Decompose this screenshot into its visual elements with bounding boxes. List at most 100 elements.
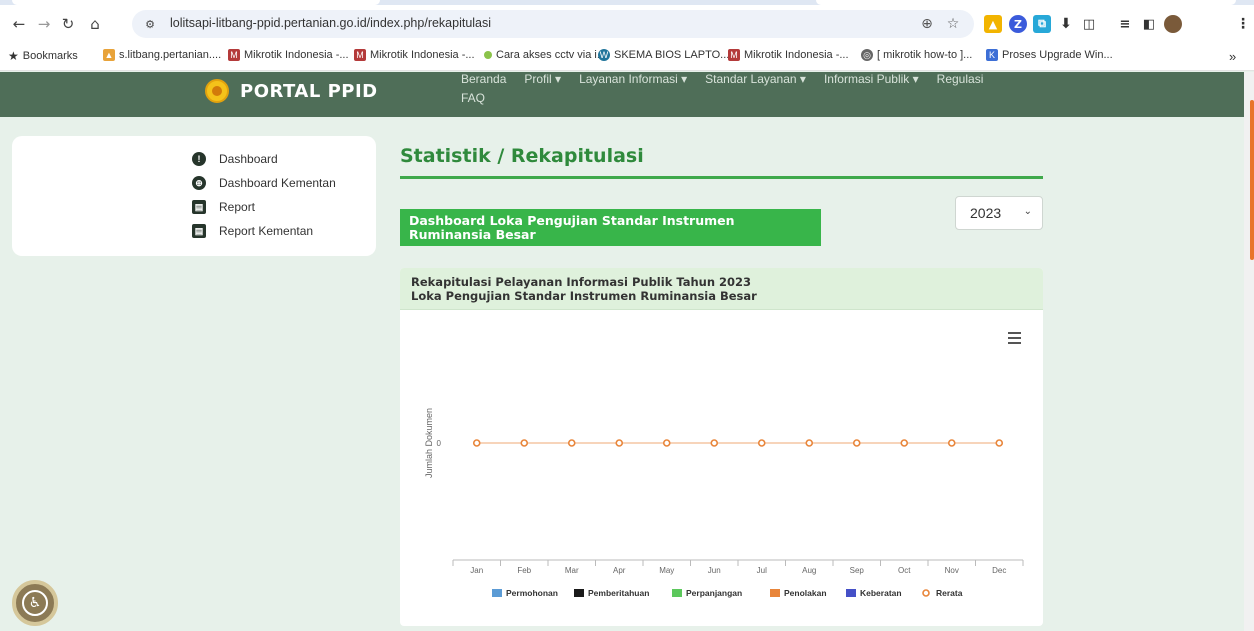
brand-title[interactable]: PORTAL PPID [240,81,378,102]
menu-standar-layanan[interactable]: Standar Layanan ▾ [705,72,806,94]
extension-z-icon[interactable]: Z [1009,15,1027,33]
rerata-point [805,439,814,447]
y-tick-label: 0 [437,439,442,448]
dot-icon [484,51,492,59]
back-icon[interactable]: ← [8,13,30,35]
rerata-point [900,439,909,447]
menu-faq[interactable]: FAQ [461,91,485,105]
drive-icon[interactable]: ▲ [984,15,1002,33]
url-text[interactable]: lolitsapi-litbang-ppid.pertanian.go.id/i… [170,16,491,30]
page-title: Statistik / Rekapitulasi [400,145,644,167]
bookmark-item[interactable]: M Mikrotik Indonesia -... [728,49,849,61]
menu-layanan-informasi[interactable]: Layanan Informasi ▾ [579,72,687,94]
title-divider [400,176,1043,179]
chevron-down-icon: ⌄ [1023,206,1032,217]
address-bar[interactable]: ⚙ lolitsapi-litbang-ppid.pertanian.go.id… [132,10,974,38]
profile-avatar-icon[interactable] [1164,15,1182,33]
menu-regulasi[interactable]: Regulasi [937,72,984,94]
chart-plot: Jumlah Dokumen 0 Jan Feb Mar Apr May Jun Jul Aug S… [424,408,1024,598]
bookmark-item[interactable]: M Mikrotik Indonesia -... [354,49,475,61]
rerata-point [615,439,624,447]
accessibility-icon: ♿ [22,590,48,616]
rerata-point [567,439,576,447]
menu-profil[interactable]: Profil ▾ [524,72,561,94]
ministry-logo-icon[interactable] [205,79,229,103]
bookmark-item[interactable]: ◎[ mikrotik how-to ]... [861,49,972,61]
extension-copy-icon[interactable]: ⧉ [1033,15,1051,33]
sidebar-item-dashboard-kementan[interactable]: ⊕ Dashboard Kementan [192,176,336,190]
legend-swatch [922,589,930,597]
site-info-icon[interactable]: ⚙ [142,16,158,32]
forward-icon[interactable]: → [33,13,55,35]
rerata-point [852,439,861,447]
download-icon[interactable]: ⬇ [1057,15,1075,33]
bookmark-item[interactable]: K Proses Upgrade Win... [986,49,1113,61]
browser-toolbar: ← → ↻ ⌂ ⚙ lolitsapi-litbang-ppid.pertani… [0,5,1254,43]
menu-informasi-publik[interactable]: Informasi Publik ▾ [824,72,919,94]
rerata-point [947,439,956,447]
sidebar-item-label: Dashboard Kementan [219,176,336,190]
sidebar-item-report-kementan[interactable]: ▤ Report Kementan [192,224,313,238]
sidebar-item-label: Report [219,200,256,214]
rerata-point [757,439,766,447]
bookmark-item[interactable]: ▲ s.litbang.pertanian.... [103,49,221,61]
site-favicon-icon: ▲ [103,49,115,61]
wordpress-icon: W [598,49,610,61]
bookmark-star-icon[interactable]: ☆ [944,15,962,33]
x-tick-label: Nov [945,566,959,575]
menu-kebab-icon[interactable]: ⋮ [1234,15,1252,33]
info-icon: ! [192,152,206,166]
bookmark-item[interactable]: M Mikrotik Indonesia -... [228,49,349,61]
year-select[interactable]: 2023 ⌄ [955,196,1043,230]
legend-label: Rerata [936,588,963,598]
sidebar-item-report[interactable]: ▤ Report [192,200,255,214]
sidebar-item-dashboard[interactable]: ! Dashboard [192,152,278,166]
legend-label: Permohonan [506,588,558,598]
x-tick-label: Aug [802,566,816,575]
scrollbar-thumb[interactable] [1250,100,1254,260]
side-panel-icon[interactable]: ◧ [1140,15,1158,33]
x-tick-label: May [659,566,674,575]
site-header: PORTAL PPID Beranda Profil ▾ Layanan Inf… [0,72,1254,117]
bookmark-item[interactable]: Cara akses cctv via i... [484,49,606,61]
legend-swatch [672,589,682,597]
home-icon[interactable]: ⌂ [84,13,106,35]
mikrotik-icon: M [228,49,240,61]
main-menu: Beranda Profil ▾ Layanan Informasi ▾ Sta… [461,72,983,94]
x-tick-label: Feb [517,566,531,575]
globe-icon: ⊕ [192,176,206,190]
x-tick-label: Dec [992,566,1006,575]
legend-swatch [574,589,584,597]
legend-swatch [846,589,856,597]
extensions-puzzle-icon[interactable]: ◫ [1080,15,1098,33]
book-icon: ▤ [192,200,206,214]
bookmark-item[interactable]: W SKEMA BIOS LAPTO... [598,49,729,61]
zoom-icon[interactable]: ⊕ [918,15,936,33]
x-tick-label: Jan [470,566,483,575]
rerata-point [662,439,671,447]
mikrotik-icon: M [354,49,366,61]
sidebar-item-label: Report Kementan [219,224,314,238]
legend-label: Penolakan [784,588,827,598]
y-axis-title: Jumlah Dokumen [424,408,434,478]
more-bookmarks-button[interactable]: » [1229,49,1236,64]
legend-swatch [492,589,502,597]
globe-icon: ◎ [861,49,873,61]
reading-list-icon[interactable]: ≡ [1116,15,1134,33]
book-icon: ▤ [192,224,206,238]
bookmarks-bar: ★ Bookmarks ▲ s.litbang.pertanian.... M Mik… [0,43,1254,71]
rerata-point [520,439,529,447]
accessibility-button[interactable]: ♿ [12,580,58,626]
x-tick-label: Jun [708,566,721,575]
reload-icon[interactable]: ↻ [57,13,79,35]
rerata-point [710,439,719,447]
rerata-point [995,439,1004,447]
x-tick-label: Sep [850,566,865,575]
bookmarks-folder[interactable]: ★ Bookmarks [8,49,78,63]
mikrotik-icon: M [728,49,740,61]
chart-card: Rekapitulasi Pelayanan Informasi Publik … [400,268,1043,626]
legend-swatch [770,589,780,597]
x-tick-label: Jul [757,566,767,575]
x-tick-label: Mar [565,566,579,575]
star-icon: ★ [8,49,19,63]
